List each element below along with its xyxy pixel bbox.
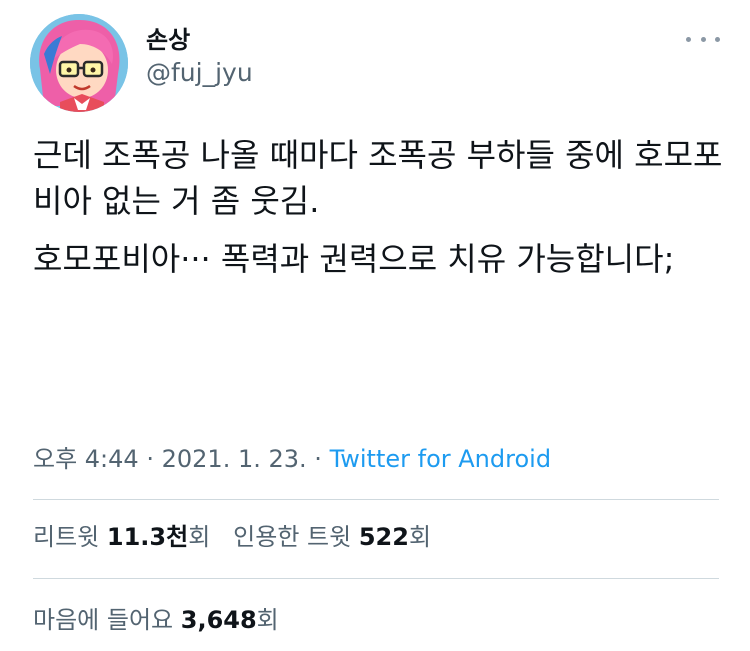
tweet-header: 손상 @fuj_jyu xyxy=(30,14,720,112)
likes-stats: 마음에 들어요 3,648회 xyxy=(33,602,279,638)
likes-stat[interactable]: 마음에 들어요 3,648회 xyxy=(33,606,279,634)
quotes-count: 522 xyxy=(358,523,409,551)
meta-separator: · xyxy=(146,445,154,473)
tweet-source-link[interactable]: Twitter for Android xyxy=(330,445,551,473)
divider xyxy=(33,499,719,500)
retweets-label: 리트윗 xyxy=(33,523,100,551)
retweets-count: 11.3천 xyxy=(106,523,189,551)
anime-girl-avatar-icon xyxy=(30,14,128,112)
retweets-stat[interactable]: 리트윗 11.3천회 xyxy=(33,523,210,551)
quotes-suffix: 회 xyxy=(408,523,432,551)
more-dot xyxy=(686,36,691,42)
meta-separator: · xyxy=(314,445,322,473)
retweets-suffix: 회 xyxy=(188,523,211,551)
user-handle[interactable]: @fuj_jyu xyxy=(146,58,253,88)
more-dot xyxy=(700,36,706,42)
tweet-time[interactable]: 오후 4:44 xyxy=(33,445,139,473)
tweet-date[interactable]: 2021. 1. 23. xyxy=(162,445,307,473)
quotes-stat[interactable]: 인용한 트윗 522회 xyxy=(233,523,431,551)
likes-suffix: 회 xyxy=(256,606,279,634)
tweet-paragraph: 근데 조폭공 나올 때마다 조폭공 부하들 중에 호모포비아 없는 거 좀 웃김… xyxy=(33,136,723,220)
avatar[interactable] xyxy=(30,14,128,112)
likes-count: 3,648 xyxy=(180,606,257,634)
tweet-meta: 오후 4:44 · 2021. 1. 23. · Twitter for And… xyxy=(33,441,551,477)
more-dot xyxy=(715,36,720,42)
display-name[interactable]: 손상 xyxy=(146,26,190,54)
divider xyxy=(33,578,719,579)
quotes-label: 인용한 트윗 xyxy=(233,523,352,551)
likes-label: 마음에 들어요 xyxy=(33,606,174,634)
tweet-paragraph: 호모포비아··· 폭력과 권력으로 치유 가능합니다; xyxy=(33,240,675,278)
more-options-icon[interactable] xyxy=(686,28,720,50)
retweet-quote-stats: 리트윗 11.3천회 인용한 트윗 522회 xyxy=(33,519,431,555)
tweet-text: 근데 조폭공 나올 때마다 조폭공 부하들 중에 호모포비아 없는 거 좀 웃김… xyxy=(33,132,723,294)
